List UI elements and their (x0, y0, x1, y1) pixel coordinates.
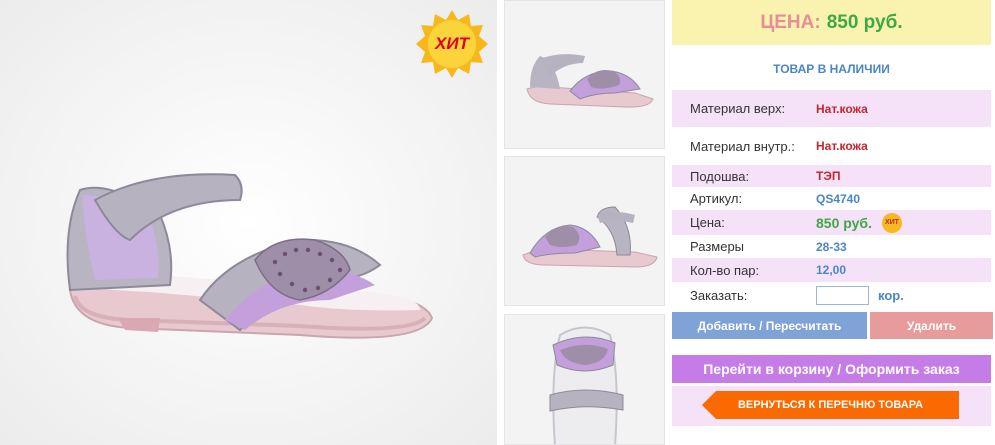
back-to-list-button[interactable]: ВЕРНУТЬСЯ К ПЕРЕЧНЮ ТОВАРА (702, 391, 959, 419)
spec-row-sole: Подошва: ТЭП (672, 165, 991, 187)
hit-badge-label: ХИТ (435, 34, 469, 53)
spec-value: 28-33 (816, 239, 847, 254)
sandal-thumb-side (505, 1, 664, 148)
order-row: Заказать: кор. (672, 282, 991, 308)
spec-row-pairs: Кол-во пар: 12,00 (672, 258, 991, 282)
spec-value: QS4740 (816, 191, 861, 206)
spec-row-material-top: Материал верх: Нат.кожа (672, 90, 991, 127)
go-to-cart-button[interactable]: Перейти в корзину / Оформить заказ (672, 355, 991, 383)
thumbnail-1[interactable] (504, 0, 665, 149)
order-unit: кор. (878, 287, 904, 303)
spec-row-sizes: Размеры 28-33 (672, 235, 991, 258)
spec-row-price: Цена: 850 руб. ХИТ (672, 210, 991, 235)
order-quantity-input[interactable] (816, 285, 869, 305)
spec-value: Нат.кожа (816, 139, 868, 153)
spec-value: 12,00 (816, 263, 847, 277)
price-header: ЦЕНА: 850 руб. (672, 0, 991, 45)
spec-label: Цена: (690, 215, 725, 230)
back-button-container: ВЕРНУТЬСЯ К ПЕРЕЧНЮ ТОВАРА (672, 386, 991, 426)
add-recalculate-button[interactable]: Добавить / Пересчитать (672, 312, 867, 339)
spec-label: Размеры (690, 239, 745, 254)
spec-label: Подошва: (690, 168, 750, 184)
price-header-label: ЦЕНА: (760, 11, 821, 33)
spec-value: 850 руб. (816, 214, 872, 231)
thumbnail-2[interactable] (504, 156, 665, 306)
hit-badge: ХИТ (416, 8, 488, 80)
spec-value: ТЭП (816, 169, 841, 183)
spec-row-material-inner: Материал внутр.: Нат.кожа (672, 127, 991, 165)
sandal-thumb-front (505, 157, 664, 305)
spec-label: Кол-во пар: (690, 262, 760, 278)
spec-value: Нат.кожа (816, 101, 868, 116)
order-label: Заказать: (690, 287, 748, 303)
price-header-value: 850 руб. (826, 11, 903, 33)
spec-row-article: Артикул: QS4740 (672, 187, 991, 210)
spec-label: Материал внутр.: (690, 138, 795, 154)
product-page: ХИТ ЦЕНА: 850 руб. ТОВАР В НАЛИЧИИ Матер… (0, 0, 995, 445)
delete-button[interactable]: Удалить (870, 312, 993, 339)
sandal-thumb-top (505, 315, 664, 444)
stock-status: ТОВАР В НАЛИЧИИ (773, 62, 890, 76)
hit-mini-badge: ХИТ (881, 212, 902, 233)
main-product-image[interactable]: ХИТ (0, 0, 497, 445)
spec-label: Артикул: (690, 191, 743, 206)
thumbnail-3[interactable] (504, 314, 665, 445)
spec-label: Материал верх: (690, 101, 786, 116)
